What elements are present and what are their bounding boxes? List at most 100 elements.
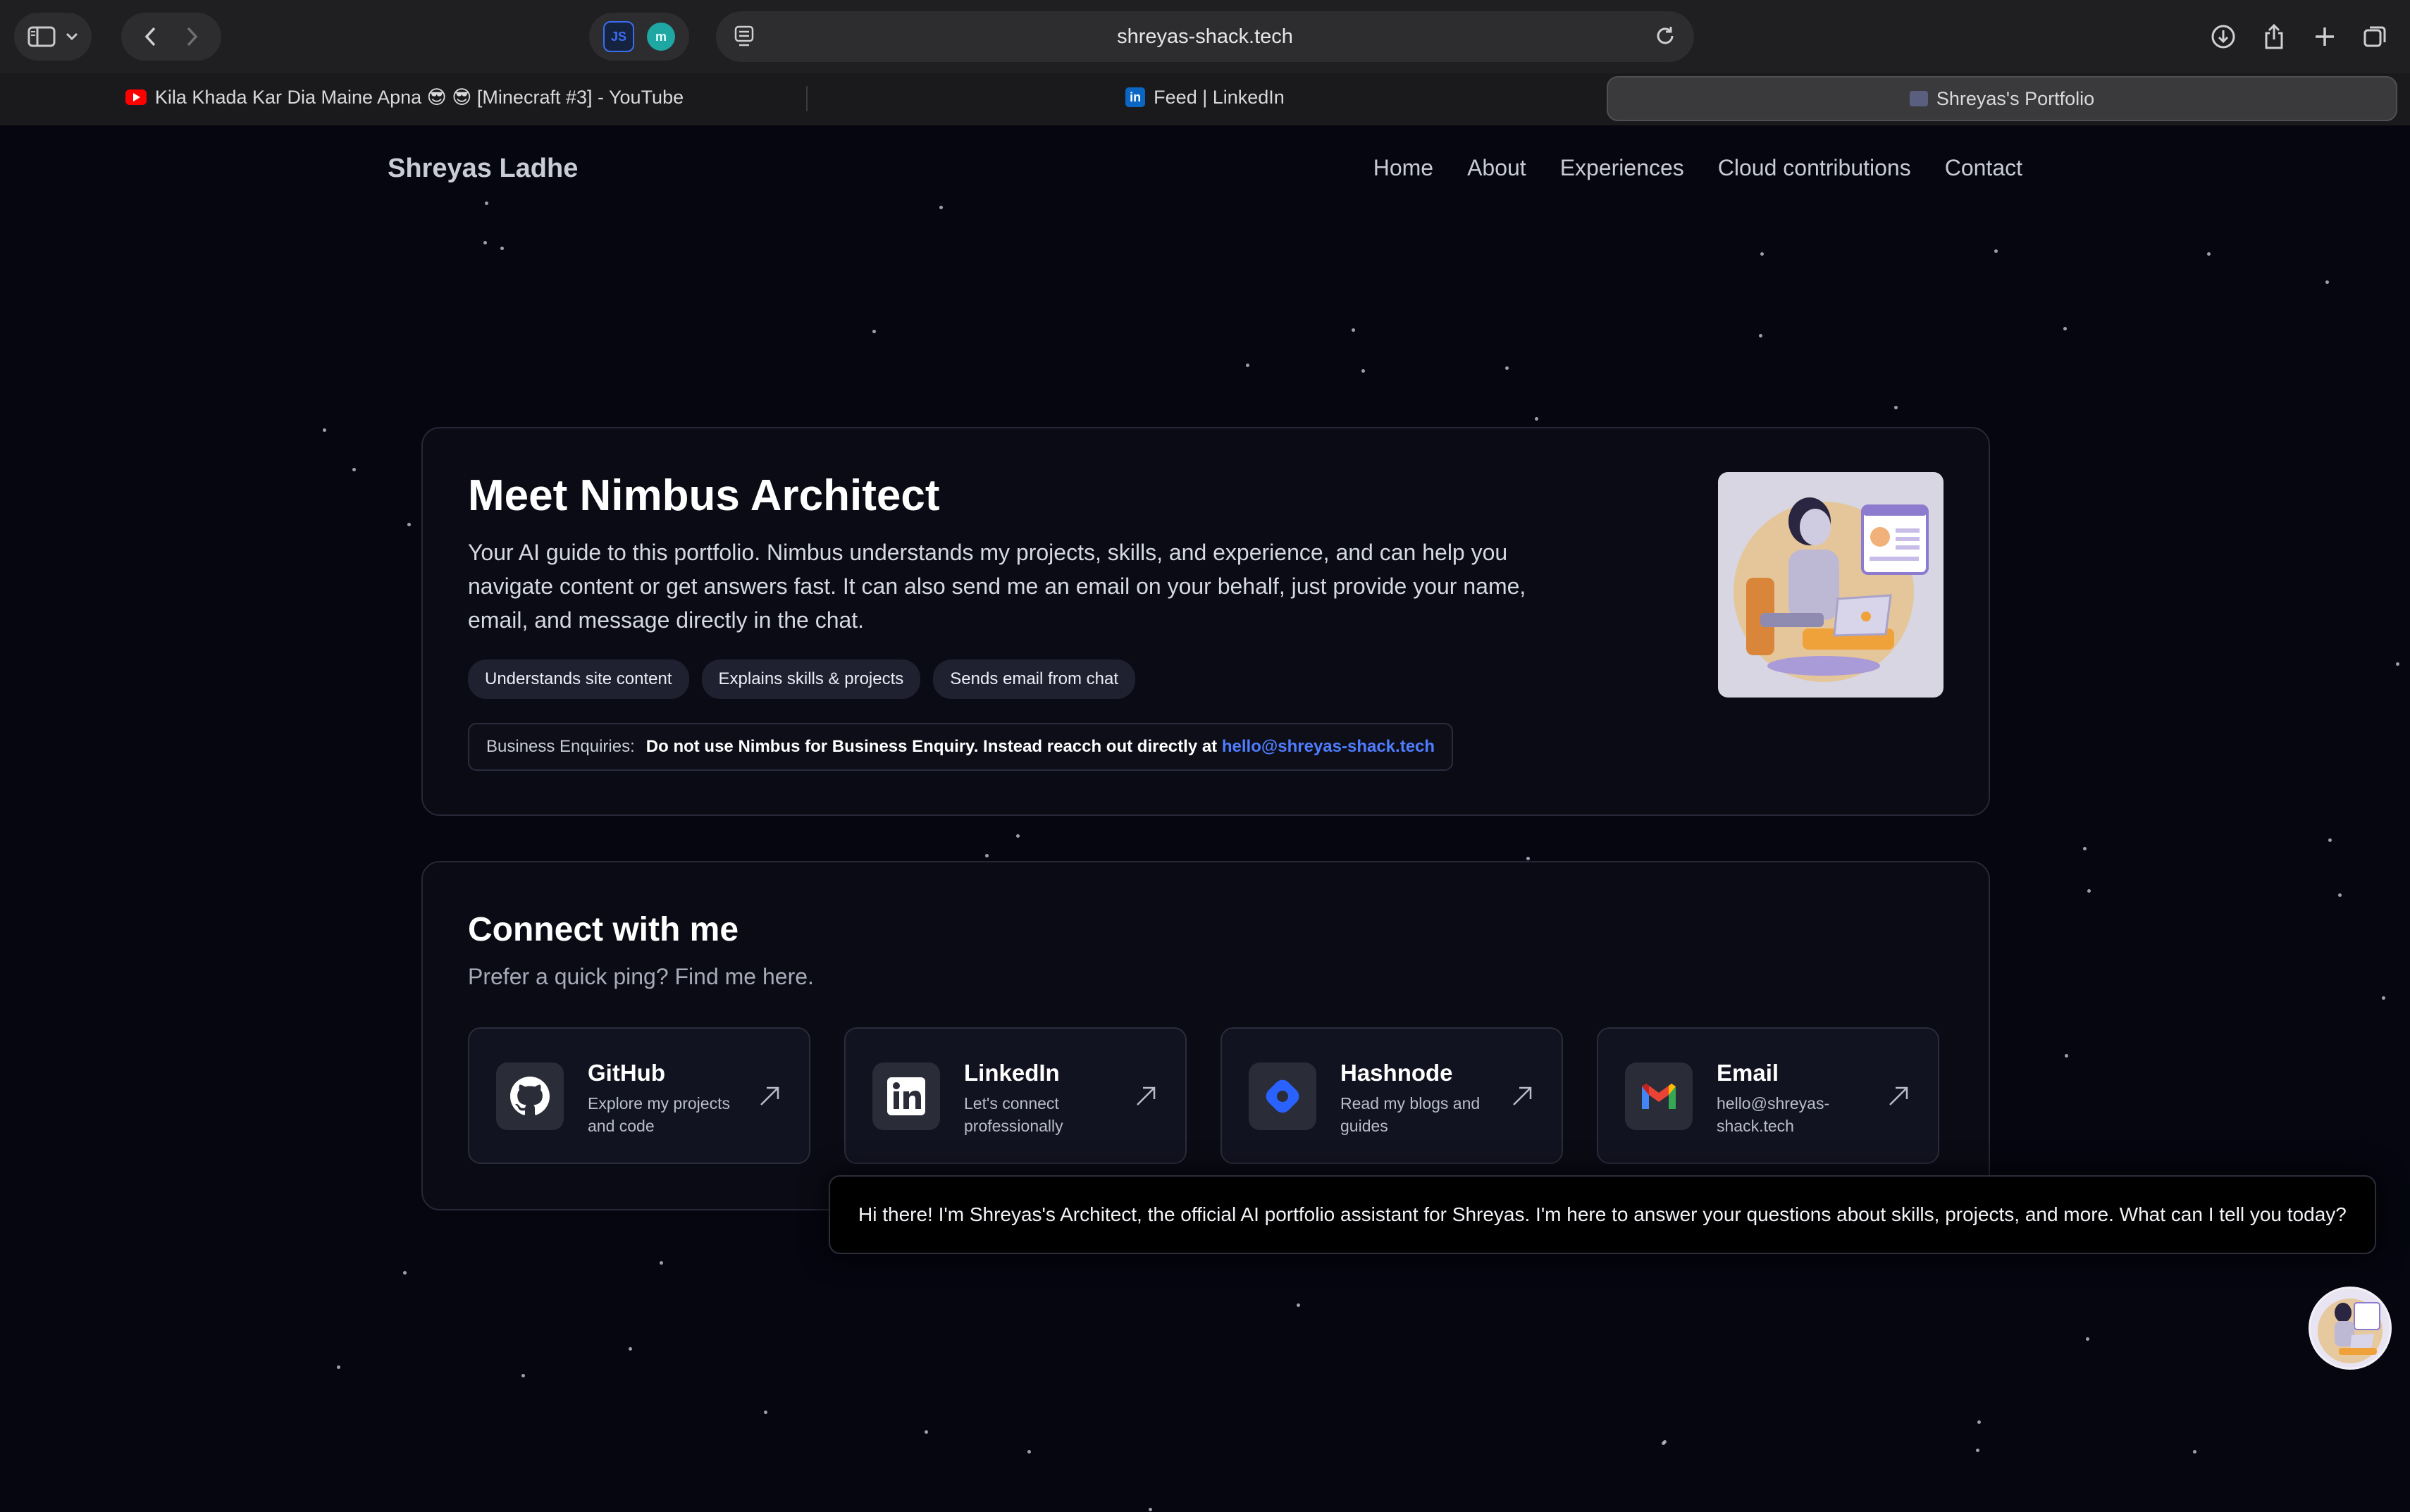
star [2193, 1450, 2196, 1454]
star [1149, 1508, 1152, 1511]
enquiry-message: Do not use Nimbus for Business Enquiry. … [645, 737, 1218, 756]
star [407, 523, 411, 526]
chat-launcher-avatar[interactable] [2309, 1287, 2392, 1370]
tab-divider [806, 86, 808, 111]
business-enquiry-notice: Business Enquiries: Do not use Nimbus fo… [468, 723, 1454, 771]
external-arrow-icon [1509, 1084, 1535, 1113]
star [2083, 847, 2087, 850]
link-title: Email [1717, 1060, 1779, 1086]
github-icon [496, 1062, 564, 1130]
tab-linkedin[interactable]: in Feed | LinkedIn [817, 76, 1593, 118]
star [1535, 417, 1538, 421]
star [1505, 366, 1509, 370]
feature-chips: Understands site content Explains skills… [468, 659, 1136, 699]
back-button[interactable] [129, 26, 171, 47]
link-title: GitHub [588, 1060, 665, 1086]
star [1352, 328, 1355, 332]
star [2382, 996, 2385, 1000]
email-link-card[interactable]: Email hello@shreyas-shack.tech [1597, 1027, 1939, 1164]
star [2396, 662, 2399, 666]
link-title: LinkedIn [964, 1060, 1060, 1086]
js-extension-icon[interactable]: JS [603, 21, 634, 52]
youtube-icon [125, 89, 147, 105]
tab-strip: Kila Khada Kar Dia Maine Apna 😎 😎 [Minec… [0, 73, 2410, 125]
star [2065, 1054, 2068, 1058]
star [521, 1374, 525, 1377]
assistant-chat-bubble[interactable]: Hi there! I'm Shreyas's Architect, the o… [829, 1175, 2376, 1254]
star [1027, 1450, 1031, 1454]
star [629, 1347, 632, 1351]
reload-icon[interactable] [1653, 24, 1677, 54]
star [1297, 1303, 1300, 1307]
download-icon[interactable] [2203, 16, 2244, 57]
nav-about[interactable]: About [1467, 155, 1526, 181]
star [1994, 249, 1998, 253]
star [2207, 252, 2211, 256]
hashnode-link-card[interactable]: Hashnode Read my blogs and guides [1221, 1027, 1563, 1164]
star [323, 428, 326, 432]
tab-title: Shreyas's Portfolio [1936, 87, 2095, 109]
linkedin-link-card[interactable]: LinkedIn Let's connect professionally [844, 1027, 1187, 1164]
star [500, 247, 504, 250]
enquiry-email-link[interactable]: hello@shreyas-shack.tech [1222, 737, 1435, 756]
star [337, 1365, 340, 1369]
link-title: Hashnode [1340, 1060, 1453, 1086]
browser-toolbar: JS m shreyas-shack.tech [0, 0, 2410, 73]
nav-experiences[interactable]: Experiences [1560, 155, 1684, 181]
tab-title: Feed | LinkedIn [1154, 86, 1285, 108]
nimbus-title: Meet Nimbus Architect [468, 471, 940, 520]
nav-cloud-contributions[interactable]: Cloud contributions [1718, 155, 1911, 181]
star [483, 241, 487, 244]
nav-home[interactable]: Home [1373, 155, 1433, 181]
star [352, 468, 356, 471]
extensions-area: JS m [589, 13, 689, 61]
link-description: hello@shreyas-shack.tech [1717, 1094, 1830, 1135]
m-extension-icon[interactable]: m [647, 23, 675, 51]
feature-chip: Understands site content [468, 659, 689, 699]
linkedin-icon: in [1125, 87, 1146, 107]
tab-title: Kila Khada Kar Dia Maine Apna 😎 😎 [Minec… [154, 86, 684, 108]
history-nav [121, 13, 221, 61]
star [2087, 889, 2091, 893]
sidebar-toggle-button[interactable] [14, 13, 92, 61]
star [925, 1430, 928, 1434]
star [1976, 1449, 1979, 1452]
nimbus-intro-card: Meet Nimbus Architect Your AI guide to t… [421, 427, 1990, 816]
tab-overview-icon[interactable] [2355, 16, 2396, 57]
star [985, 854, 989, 857]
star [1759, 334, 1762, 337]
connect-title: Connect with me [468, 911, 739, 948]
address-bar[interactable]: shreyas-shack.tech [716, 11, 1694, 62]
star [2338, 893, 2342, 897]
star [872, 330, 876, 333]
nav-contact[interactable]: Contact [1945, 155, 2022, 181]
nimbus-description: Your AI guide to this portfolio. Nimbus … [468, 540, 1526, 633]
github-link-card[interactable]: GitHub Explore my projects and code [468, 1027, 810, 1164]
portfolio-page: Shreyas Ladhe Home About Experiences Clo… [0, 125, 2410, 1512]
star [2086, 1337, 2089, 1341]
star [1526, 857, 1530, 860]
star [660, 1261, 663, 1265]
forward-button[interactable] [171, 26, 214, 47]
assistant-greeting: Hi there! I'm Shreyas's Architect, the o… [858, 1203, 2347, 1225]
connect-card: Connect with me Prefer a quick ping? Fin… [421, 861, 1990, 1210]
tab-portfolio[interactable]: Shreyas's Portfolio [1607, 76, 2397, 121]
connect-subtitle: Prefer a quick ping? Find me here. [468, 964, 814, 989]
social-links: GitHub Explore my projects and code Link… [468, 1027, 1939, 1164]
enquiry-text: Do not use Nimbus for Business Enquiry. … [646, 737, 1435, 757]
external-arrow-icon [757, 1084, 782, 1113]
star [1977, 1420, 1981, 1424]
star [2328, 838, 2332, 842]
site-brand[interactable]: Shreyas Ladhe [388, 154, 578, 184]
star [1361, 369, 1365, 373]
page-menu-icon[interactable] [734, 25, 754, 54]
star [2325, 280, 2329, 284]
link-description: Let's connect professionally [964, 1094, 1063, 1135]
site-navbar: Shreyas Ladhe Home About Experiences Clo… [388, 140, 2022, 199]
tab-youtube[interactable]: Kila Khada Kar Dia Maine Apna 😎 😎 [Minec… [14, 76, 795, 118]
link-description: Read my blogs and guides [1340, 1094, 1481, 1135]
new-tab-icon[interactable] [2304, 16, 2345, 57]
share-icon[interactable] [2254, 16, 2294, 57]
star [1246, 364, 1249, 367]
toolbar-right-actions [2203, 13, 2396, 61]
